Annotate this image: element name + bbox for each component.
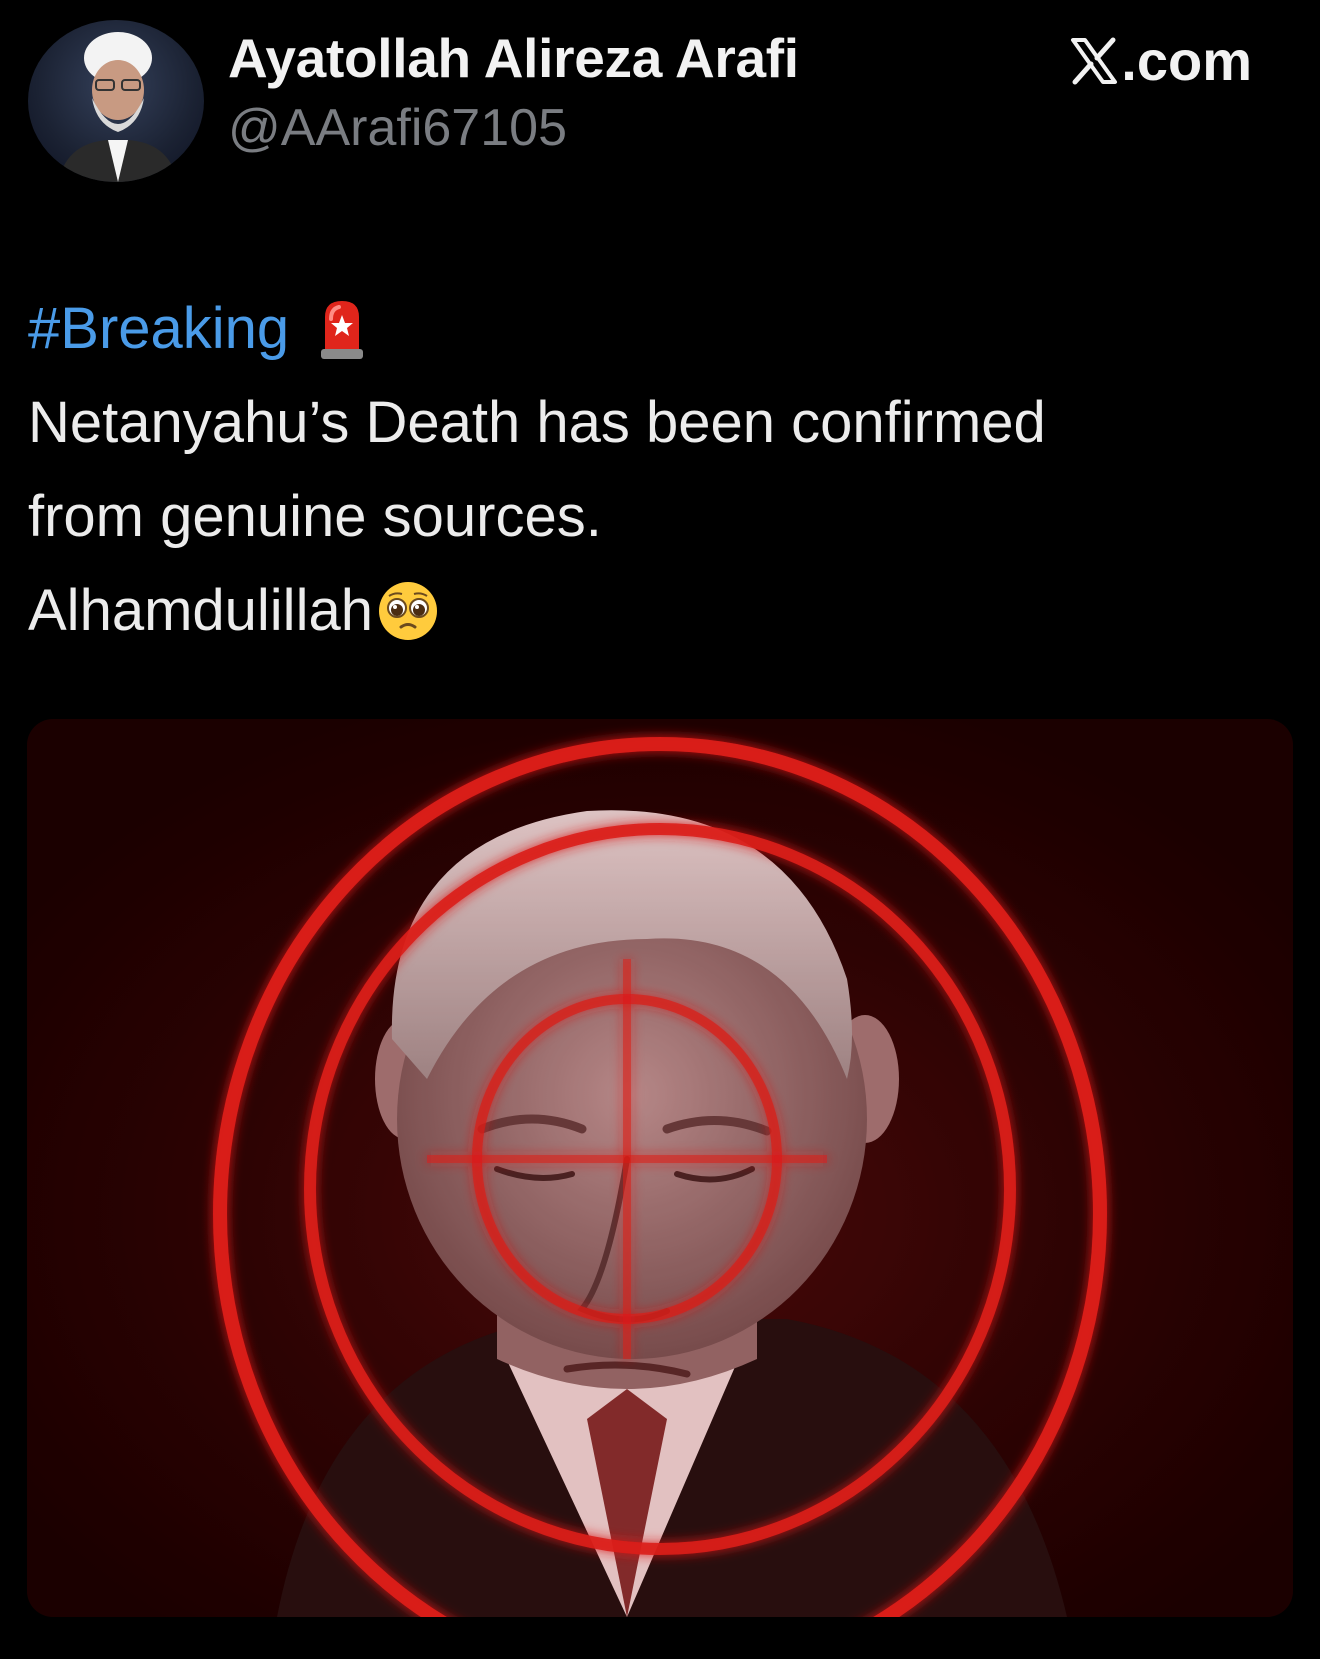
tweet-media-image[interactable] [27,719,1293,1617]
hashtag-link[interactable]: #Breaking [28,282,289,376]
tweet-line-3: Alhamdulillah [28,564,1288,658]
tweet-line-2: from genuine sources. [28,484,602,549]
x-logo-icon [1067,34,1121,88]
site-domain-text: .com [1121,29,1252,92]
hashtag-line: #Breaking [28,282,1288,376]
tweet-body: #Breaking Netanyahu’s Death has been con… [28,282,1288,658]
pleading-face-emoji-icon [377,580,439,642]
author-avatar[interactable] [28,20,204,182]
target-portrait-image [27,719,1293,1617]
police-car-light-emoji-icon [317,297,367,361]
site-label: .com [1067,28,1252,93]
avatar-portrait-image [58,32,178,182]
tweet-header: Ayatollah Alireza Arafi @AArafi67105 .co… [0,0,1320,200]
author-display-name[interactable]: Ayatollah Alireza Arafi [228,26,799,90]
tweet-line-1: Netanyahu’s Death has been confirmed [28,390,1046,455]
author-handle[interactable]: @AArafi67105 [228,98,567,158]
tweet-line-3-text: Alhamdulillah [28,578,373,643]
